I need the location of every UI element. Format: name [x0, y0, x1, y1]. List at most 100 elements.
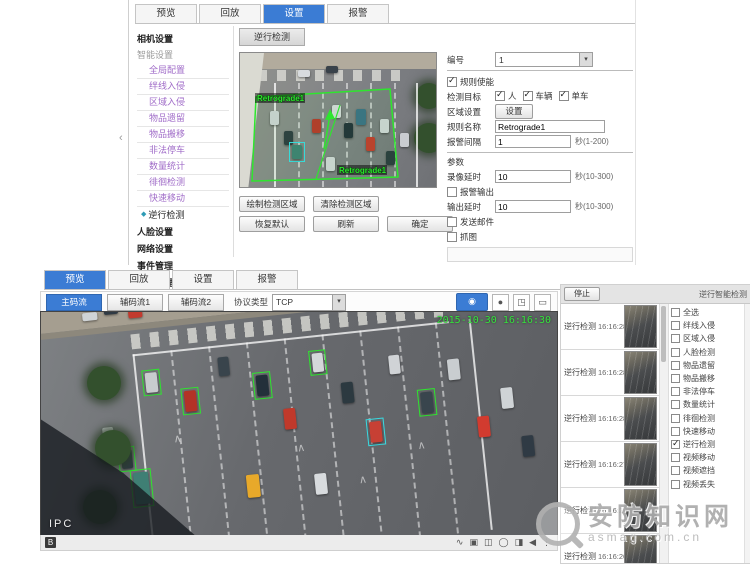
target-option[interactable]: 人 [495, 90, 517, 102]
rule-number-select[interactable]: 1 ▾ [495, 52, 593, 67]
tab[interactable]: 预览 [135, 4, 197, 23]
aspect-button[interactable]: ▭ [534, 294, 551, 311]
target-option[interactable]: 单车 [559, 90, 589, 102]
tab[interactable]: 报警 [236, 270, 298, 289]
action-button[interactable]: 确定 [387, 216, 453, 232]
event-filter-option[interactable]: 物品搬移 [671, 372, 743, 385]
enable-label: 规则使能 [460, 76, 494, 88]
snapshot-checkbox[interactable] [447, 232, 457, 242]
event-filter-option[interactable]: 逆行检测 [671, 438, 743, 451]
area-setup-button[interactable]: 设置 [495, 104, 533, 119]
rule-tab[interactable]: 逆行检测 [239, 28, 305, 46]
email-checkbox[interactable] [447, 217, 457, 227]
event-row[interactable]: 逆行检测 16:16:28 [561, 350, 659, 396]
record-delay-input[interactable] [495, 170, 571, 183]
tab[interactable]: 报警 [327, 4, 389, 23]
action-button[interactable]: 恢复默认 [239, 216, 305, 232]
sidebar-smart-item[interactable]: 绊线入侵 [137, 79, 229, 95]
event-filter-option[interactable]: 非法停车 [671, 385, 743, 398]
tab[interactable]: 设置 [172, 270, 234, 289]
event-thumbnail[interactable] [624, 489, 657, 532]
draw-area-button[interactable]: 绘制检测区域 [239, 196, 305, 212]
event-row[interactable]: 逆行检测 16:16:26 [561, 534, 659, 563]
tab[interactable]: 预览 [44, 270, 106, 289]
stream-button[interactable]: 辅码流1 [107, 294, 163, 311]
event-list-scrollbar[interactable] [659, 304, 669, 563]
draw-button-row: 绘制检测区域清除检测区域 [239, 194, 387, 212]
event-row[interactable]: 逆行检测 16:16:26 [561, 488, 659, 534]
vehicle [283, 408, 297, 430]
event-row[interactable]: 逆行检测 16:16:28 [561, 396, 659, 442]
sidebar-section-item[interactable]: 人脸设置 [137, 223, 229, 240]
player-control-icon[interactable]: ⋮ [542, 537, 551, 548]
event-filter-option[interactable]: 视频丢失 [671, 477, 743, 490]
collapse-arrow-icon[interactable]: ‹ [119, 132, 123, 144]
protocol-select[interactable]: TCP ▾ [272, 294, 346, 311]
event-row[interactable]: 逆行检测 16:16:28 [561, 304, 659, 350]
player-control-icon[interactable]: ∿ [456, 537, 464, 548]
action-button[interactable]: 刷新 [313, 216, 379, 232]
target-option[interactable]: 车辆 [523, 90, 553, 102]
event-filter-option[interactable]: 物品遗留 [671, 359, 743, 372]
interval-input[interactable] [495, 135, 571, 148]
player-control-icon[interactable]: ◨ [515, 537, 524, 548]
sidebar-smart-item[interactable]: 数量统计 [137, 159, 229, 175]
event-time: 16:16:28 [598, 414, 624, 423]
fullscreen-button[interactable]: ◳ [513, 294, 530, 311]
osd-timestamp: 2015-10-30 16:16:30 [437, 315, 551, 326]
filter-scrollbar[interactable] [744, 304, 750, 563]
event-thumbnail[interactable] [624, 397, 657, 440]
config-video-preview[interactable]: Retrograde1 Retrograde1 [239, 52, 437, 188]
event-filter-option[interactable]: 徘徊检测 [671, 412, 743, 425]
tab[interactable]: 设置 [263, 4, 325, 23]
sidebar-smart-item[interactable]: 非法停车 [137, 143, 229, 159]
enable-checkbox[interactable] [447, 77, 457, 87]
event-filter-option[interactable]: 视频遮挡 [671, 464, 743, 477]
event-thumbnail[interactable] [624, 351, 657, 394]
chevron-down-icon[interactable]: ▾ [579, 53, 592, 66]
chevron-down-icon[interactable]: ▾ [332, 295, 345, 310]
live-video[interactable]: ∧∧∧∧ 2015-10-30 16:16:30 IPC [40, 311, 558, 537]
event-filter-option[interactable]: 绊线入侵 [671, 319, 743, 332]
event-filter-option[interactable]: 快速移动 [671, 425, 743, 438]
sidebar-group-smart[interactable]: 智能设置 [137, 47, 229, 63]
sidebar-smart-item[interactable]: 区域入侵 [137, 95, 229, 111]
talk-button[interactable]: ◉ [456, 293, 488, 311]
event-row[interactable]: 逆行检测 16:16:27 [561, 442, 659, 488]
sidebar-smart-item[interactable]: 物品遗留 [137, 111, 229, 127]
event-type-label: 逆行检测 [561, 551, 598, 562]
sidebar-item-retrograde-selected[interactable]: ◆ 逆行检测 [137, 207, 229, 223]
event-filter-option[interactable]: 区域入侵 [671, 332, 743, 345]
event-thumbnail[interactable] [624, 443, 657, 486]
sidebar-smart-item[interactable]: 物品搬移 [137, 127, 229, 143]
player-control-icon[interactable]: ◀ [529, 537, 536, 548]
stop-button[interactable]: 停止 [564, 287, 600, 301]
player-control-icon[interactable]: ▣ [469, 537, 478, 548]
alarm-out-checkbox[interactable] [447, 187, 457, 197]
draw-area-button[interactable]: 清除检测区域 [313, 196, 379, 212]
record-delay-label: 录像延时 [447, 171, 495, 183]
stream-button[interactable]: 主码流 [46, 294, 102, 311]
sidebar-smart-item[interactable]: 徘徊检测 [137, 175, 229, 191]
player-control-icon[interactable]: ◫ [484, 537, 493, 548]
event-thumbnail[interactable] [624, 305, 657, 348]
event-filter-option[interactable]: 视频移动 [671, 451, 743, 464]
vehicle [521, 435, 535, 457]
event-filter-option[interactable]: 数量统计 [671, 398, 743, 411]
event-filter-option[interactable]: 人脸检测 [671, 346, 743, 359]
out-delay-input[interactable] [495, 200, 571, 213]
sidebar-section-item[interactable]: 网络设置 [137, 240, 229, 257]
player-control-icon[interactable]: ◯ [498, 537, 508, 548]
event-thumbnail[interactable] [624, 535, 657, 563]
stream-button[interactable]: 辅码流2 [168, 294, 224, 311]
sidebar-smart-item[interactable]: 快速移动 [137, 191, 229, 207]
event-type-label: 逆行检测 [561, 321, 598, 332]
sidebar-item-camera[interactable]: 相机设置 [137, 31, 229, 47]
sidebar-smart-item[interactable]: 全局配置 [137, 63, 229, 79]
stream-buttons: 主码流辅码流1 辅码流2 [41, 294, 224, 311]
event-filter-option[interactable]: 全选 [671, 306, 743, 319]
rule-name-input[interactable] [495, 120, 605, 133]
snapshot-button[interactable]: ● [492, 294, 509, 311]
tab[interactable]: 回放 [199, 4, 261, 23]
tab[interactable]: 回放 [108, 270, 170, 289]
